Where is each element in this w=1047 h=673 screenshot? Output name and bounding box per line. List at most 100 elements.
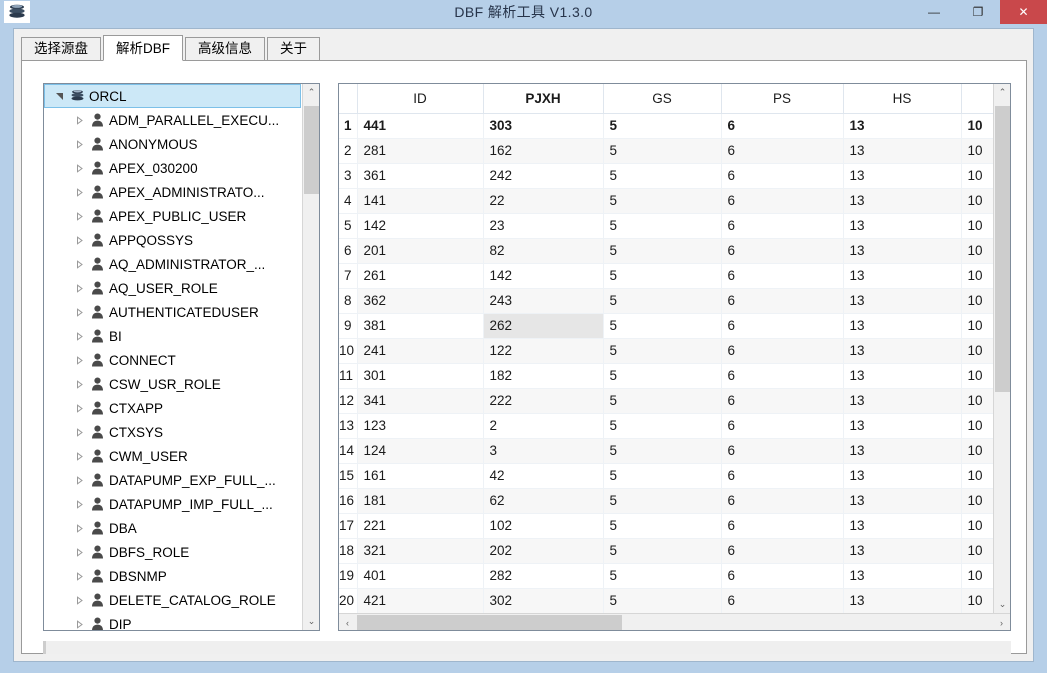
cell-ps[interactable]: 6 bbox=[721, 563, 844, 589]
cell-hs[interactable]: 13 bbox=[843, 413, 962, 439]
chevron-collapsed-icon[interactable] bbox=[71, 211, 87, 221]
cell-gs[interactable]: 5 bbox=[603, 313, 722, 339]
cell-extra[interactable]: 10 bbox=[961, 588, 994, 613]
tree-node-ctxapp[interactable]: CTXAPP bbox=[44, 396, 303, 420]
scroll-right-icon[interactable]: › bbox=[993, 614, 1010, 630]
cell-hs[interactable]: 13 bbox=[843, 363, 962, 389]
page-horizontal-scrollbar[interactable] bbox=[43, 641, 1011, 654]
tree-node-dba[interactable]: DBA bbox=[44, 516, 303, 540]
scroll-up-icon[interactable]: ⌃ bbox=[303, 84, 319, 101]
chevron-collapsed-icon[interactable] bbox=[71, 259, 87, 269]
table-row[interactable]: 2 281 162 5 6 13 10 bbox=[339, 138, 994, 164]
cell-extra[interactable]: 10 bbox=[961, 388, 994, 414]
chevron-collapsed-icon[interactable] bbox=[71, 571, 87, 581]
cell-gs[interactable]: 5 bbox=[603, 488, 722, 514]
cell-gs[interactable]: 5 bbox=[603, 263, 722, 289]
tree-node-datapump-exp-full[interactable]: DATAPUMP_EXP_FULL_... bbox=[44, 468, 303, 492]
cell-extra[interactable]: 10 bbox=[961, 438, 994, 464]
tree-node-authenticateduser[interactable]: AUTHENTICATEDUSER bbox=[44, 300, 303, 324]
cell-gs[interactable]: 5 bbox=[603, 538, 722, 564]
cell-hs[interactable]: 13 bbox=[843, 463, 962, 489]
cell-gs[interactable]: 5 bbox=[603, 363, 722, 389]
cell-extra[interactable]: 10 bbox=[961, 538, 994, 564]
cell-extra[interactable]: 10 bbox=[961, 513, 994, 539]
cell-id[interactable]: 381 bbox=[357, 313, 484, 339]
cell-gs[interactable]: 5 bbox=[603, 563, 722, 589]
table-row[interactable]: 19 401 282 5 6 13 10 bbox=[339, 563, 994, 589]
cell-extra[interactable]: 10 bbox=[961, 463, 994, 489]
cell-extra[interactable]: 10 bbox=[961, 313, 994, 339]
tree-node-orcl[interactable]: ORCL bbox=[44, 84, 301, 108]
cell-pjxh[interactable]: 22 bbox=[483, 188, 604, 214]
tree-node-dbsnmp[interactable]: DBSNMP bbox=[44, 564, 303, 588]
chevron-collapsed-icon[interactable] bbox=[71, 331, 87, 341]
tree-node-apex-public-user[interactable]: APEX_PUBLIC_USER bbox=[44, 204, 303, 228]
table-row[interactable]: 9 381 262 5 6 13 10 bbox=[339, 313, 994, 339]
maximize-button[interactable]: ❐ bbox=[956, 0, 1000, 24]
grid-vscroll-thumb[interactable] bbox=[995, 106, 1010, 392]
cell-gs[interactable]: 5 bbox=[603, 113, 722, 139]
cell-id[interactable]: 321 bbox=[357, 538, 484, 564]
cell-hs[interactable]: 13 bbox=[843, 288, 962, 314]
chevron-collapsed-icon[interactable] bbox=[71, 283, 87, 293]
tree-vertical-scrollbar[interactable]: ⌃ ⌄ bbox=[302, 84, 319, 630]
table-row[interactable]: 4 141 22 5 6 13 10 bbox=[339, 188, 994, 214]
cell-ps[interactable]: 6 bbox=[721, 213, 844, 239]
cell-id[interactable]: 361 bbox=[357, 163, 484, 189]
cell-id[interactable]: 141 bbox=[357, 188, 484, 214]
cell-hs[interactable]: 13 bbox=[843, 238, 962, 264]
cell-ps[interactable]: 6 bbox=[721, 463, 844, 489]
cell-hs[interactable]: 13 bbox=[843, 113, 962, 139]
cell-gs[interactable]: 5 bbox=[603, 438, 722, 464]
cell-extra[interactable]: 10 bbox=[961, 338, 994, 364]
cell-ps[interactable]: 6 bbox=[721, 413, 844, 439]
chevron-collapsed-icon[interactable] bbox=[71, 379, 87, 389]
cell-pjxh[interactable]: 222 bbox=[483, 388, 604, 414]
table-row[interactable]: 6 201 82 5 6 13 10 bbox=[339, 238, 994, 264]
cell-gs[interactable]: 5 bbox=[603, 463, 722, 489]
cell-ps[interactable]: 6 bbox=[721, 588, 844, 613]
chevron-collapsed-icon[interactable] bbox=[71, 139, 87, 149]
cell-hs[interactable]: 13 bbox=[843, 338, 962, 364]
cell-id[interactable]: 261 bbox=[357, 263, 484, 289]
cell-id[interactable]: 441 bbox=[357, 113, 484, 139]
tree-node-csw-usr-role[interactable]: CSW_USR_ROLE bbox=[44, 372, 303, 396]
cell-ps[interactable]: 6 bbox=[721, 388, 844, 414]
cell-id[interactable]: 401 bbox=[357, 563, 484, 589]
cell-hs[interactable]: 13 bbox=[843, 313, 962, 339]
cell-pjxh[interactable]: 82 bbox=[483, 238, 604, 264]
table-row[interactable]: 20 421 302 5 6 13 10 bbox=[339, 588, 994, 613]
cell-gs[interactable]: 5 bbox=[603, 188, 722, 214]
cell-id[interactable]: 142 bbox=[357, 213, 484, 239]
chevron-collapsed-icon[interactable] bbox=[71, 451, 87, 461]
cell-pjxh[interactable]: 282 bbox=[483, 563, 604, 589]
cell-ps[interactable]: 6 bbox=[721, 238, 844, 264]
grid-header-gs[interactable]: GS bbox=[603, 84, 722, 114]
cell-ps[interactable]: 6 bbox=[721, 163, 844, 189]
chevron-collapsed-icon[interactable] bbox=[71, 403, 87, 413]
table-row[interactable]: 18 321 202 5 6 13 10 bbox=[339, 538, 994, 564]
data-grid-viewport[interactable]: ID PJXH GS PS HS 1 441 303 5 6 13 10 2 281 162 5 6 1… bbox=[339, 84, 994, 613]
chevron-collapsed-icon[interactable] bbox=[71, 523, 87, 533]
tab-about[interactable]: 关于 bbox=[267, 37, 320, 61]
table-row[interactable]: 12 341 222 5 6 13 10 bbox=[339, 388, 994, 414]
cell-id[interactable]: 362 bbox=[357, 288, 484, 314]
tree-node-connect[interactable]: CONNECT bbox=[44, 348, 303, 372]
tree-node-cwm-user[interactable]: CWM_USER bbox=[44, 444, 303, 468]
chevron-collapsed-icon[interactable] bbox=[71, 547, 87, 557]
cell-hs[interactable]: 13 bbox=[843, 188, 962, 214]
chevron-collapsed-icon[interactable] bbox=[71, 595, 87, 605]
cell-extra[interactable]: 10 bbox=[961, 288, 994, 314]
tree-node-delete-catalog-role[interactable]: DELETE_CATALOG_ROLE bbox=[44, 588, 303, 612]
cell-extra[interactable]: 10 bbox=[961, 563, 994, 589]
grid-header-extra[interactable] bbox=[961, 84, 994, 114]
chevron-collapsed-icon[interactable] bbox=[71, 475, 87, 485]
cell-pjxh[interactable]: 162 bbox=[483, 138, 604, 164]
tree-node-dbfs-role[interactable]: DBFS_ROLE bbox=[44, 540, 303, 564]
cell-ps[interactable]: 6 bbox=[721, 488, 844, 514]
cell-gs[interactable]: 5 bbox=[603, 288, 722, 314]
cell-ps[interactable]: 6 bbox=[721, 538, 844, 564]
tree-node-datapump-imp-full[interactable]: DATAPUMP_IMP_FULL_... bbox=[44, 492, 303, 516]
cell-gs[interactable]: 5 bbox=[603, 213, 722, 239]
tree-node-bi[interactable]: BI bbox=[44, 324, 303, 348]
